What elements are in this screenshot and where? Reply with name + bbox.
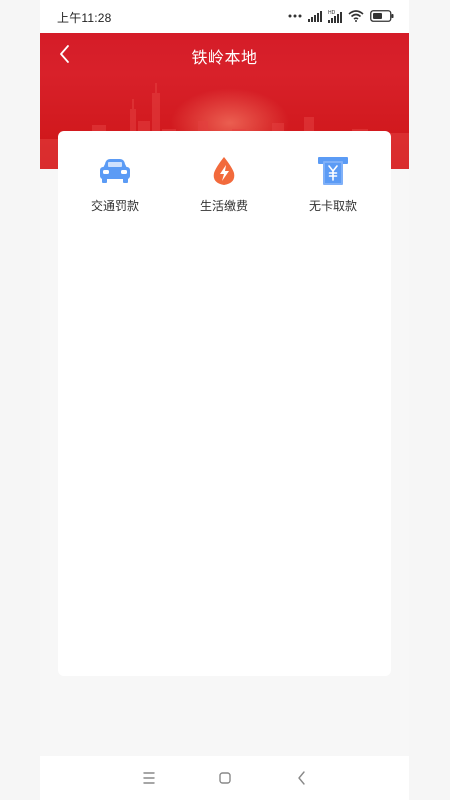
service-utility-payment[interactable]: 生活缴费 [179, 155, 269, 215]
home-button[interactable] [214, 767, 236, 789]
atm-yuan-icon [315, 155, 351, 187]
battery-icon [370, 10, 394, 22]
phone-screen: 上午11:28 HD 铁岭本地 交通罚款 生活缴费 无卡取款 [40, 0, 409, 800]
status-icons: HD [288, 8, 394, 24]
services-card: 交通罚款 生活缴费 无卡取款 [58, 131, 391, 676]
service-label: 交通罚款 [90, 199, 139, 213]
menu-icon [143, 772, 155, 784]
home-square-icon [219, 772, 231, 784]
navigation-bar [40, 756, 409, 800]
flame-bolt-icon [206, 155, 242, 187]
signal-icon: HD [328, 9, 342, 23]
signal-icon [308, 10, 322, 22]
car-icon [97, 155, 133, 187]
hd-label: HD [328, 10, 336, 16]
wifi-icon [348, 10, 364, 22]
nav-back-button[interactable] [291, 767, 313, 789]
service-label: 生活缴费 [199, 199, 248, 213]
service-cardless-withdrawal[interactable]: 无卡取款 [288, 155, 378, 215]
dots-icon [288, 14, 302, 18]
back-chevron-icon [298, 771, 305, 785]
service-label: 无卡取款 [308, 199, 357, 213]
status-bar: 上午11:28 HD [40, 0, 409, 33]
menu-button[interactable] [138, 767, 160, 789]
service-traffic-fine[interactable]: 交通罚款 [70, 155, 160, 215]
status-time: 上午11:28 [57, 11, 112, 25]
page-title: 铁岭本地 [191, 50, 258, 67]
